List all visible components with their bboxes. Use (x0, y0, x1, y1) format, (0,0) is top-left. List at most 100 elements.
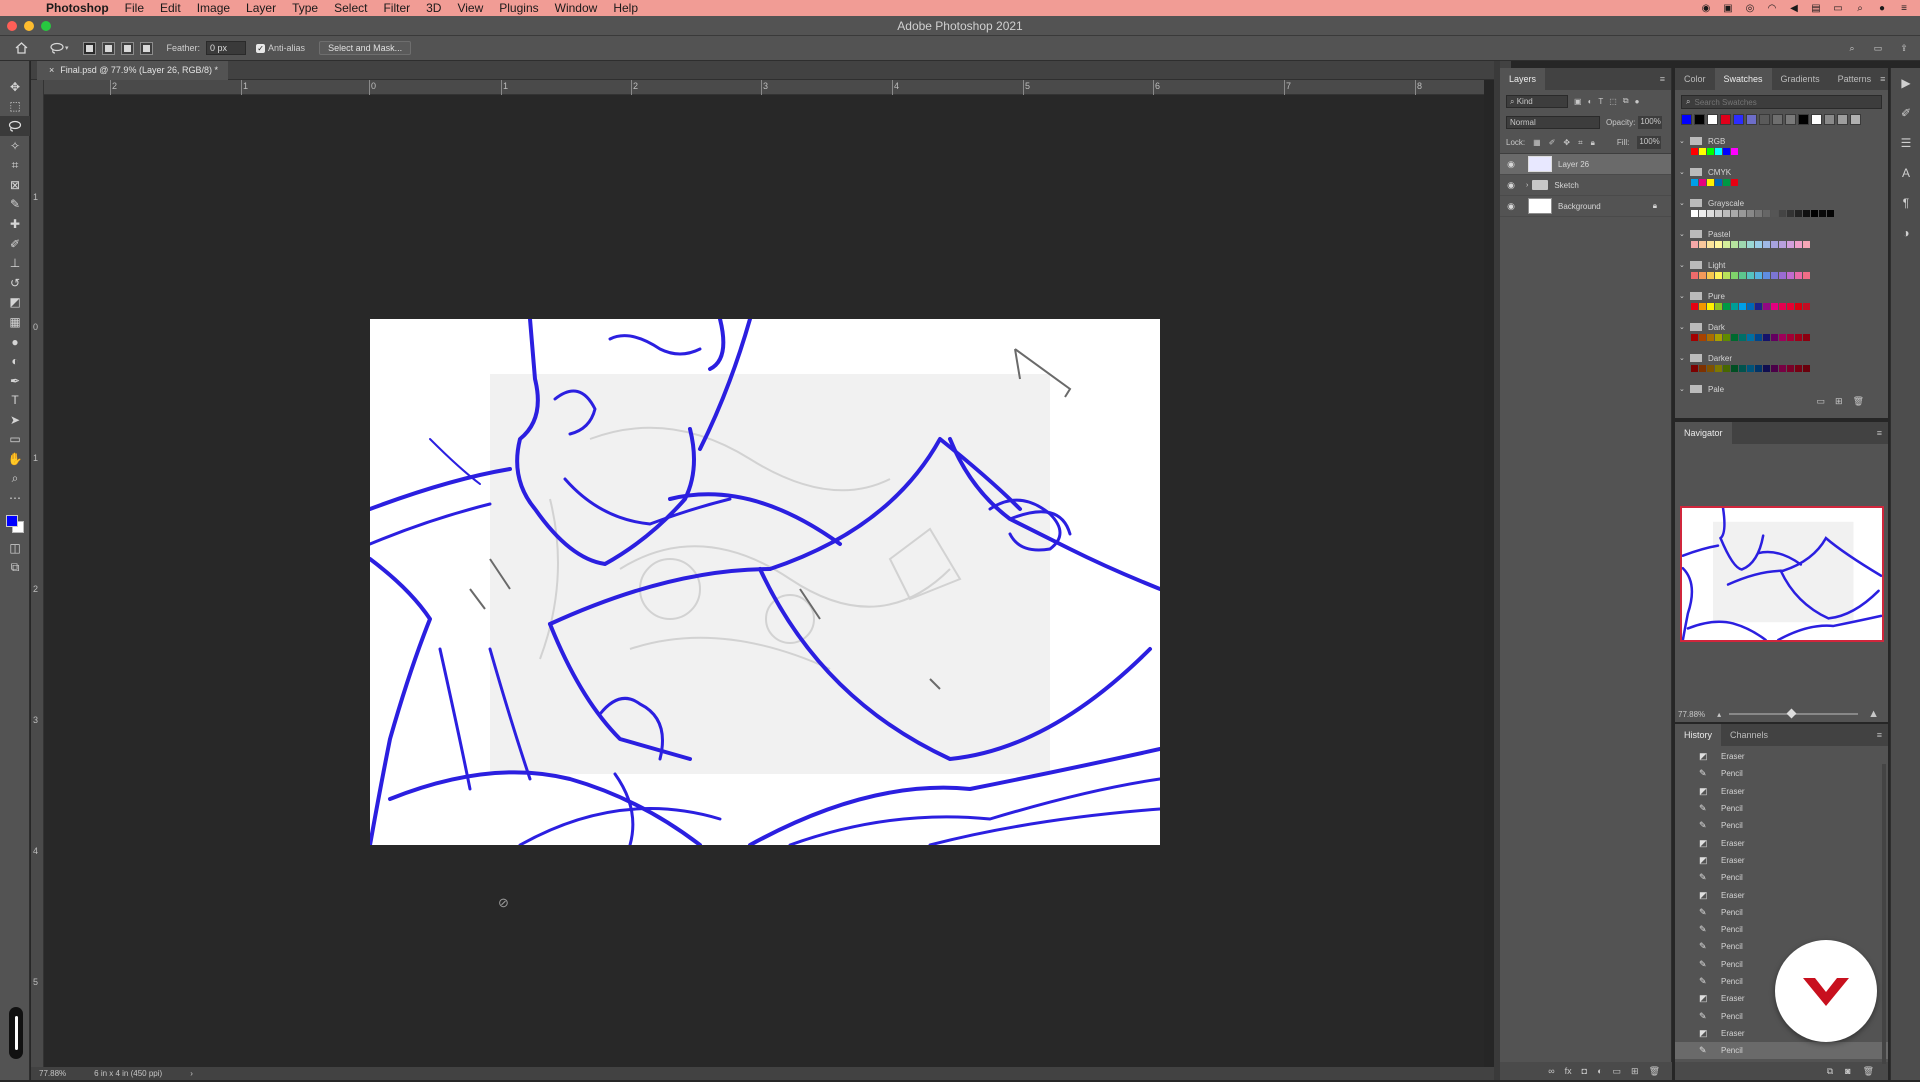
delete-layer-icon[interactable]: 🗑︎ (1649, 1066, 1660, 1077)
color-swatch[interactable] (1731, 303, 1738, 310)
play-actions-icon[interactable]: ▶ (1891, 68, 1920, 98)
color-swatch[interactable] (1803, 272, 1810, 279)
chevron-down-icon[interactable]: ⌄ (1679, 230, 1687, 238)
color-swatch[interactable] (1803, 303, 1810, 310)
color-swatch[interactable] (1691, 272, 1698, 279)
history-state[interactable]: ◩ Eraser (1675, 748, 1888, 765)
chevron-down-icon[interactable]: ⌄ (1679, 199, 1687, 207)
foreground-color-swatch[interactable] (6, 515, 18, 528)
screen-icon[interactable]: ▣ (1722, 2, 1734, 14)
color-swatch[interactable] (1699, 272, 1706, 279)
color-swatch[interactable] (1715, 148, 1722, 155)
recent-color-swatch[interactable] (1707, 114, 1718, 125)
color-swatch[interactable] (1707, 303, 1714, 310)
color-swatch[interactable] (1779, 365, 1786, 372)
magic-wand-tool-icon[interactable]: ✧ (0, 136, 30, 156)
layer-row[interactable]: ◉ Background 🔒︎ (1500, 196, 1671, 217)
blur-tool-icon[interactable]: ● (0, 332, 30, 352)
menu-view[interactable]: View (449, 0, 491, 16)
layers-panel-menu-icon[interactable]: ≡ (1660, 68, 1665, 90)
move-tool-icon[interactable]: ✥ (0, 77, 30, 97)
properties-icon[interactable]: ☰ (1891, 128, 1920, 158)
artwork-canvas[interactable] (370, 319, 1160, 845)
type-tool-icon[interactable]: T (0, 391, 30, 411)
color-swatch[interactable] (1787, 365, 1794, 372)
color-swatch[interactable] (1691, 148, 1698, 155)
chevron-right-icon[interactable]: › (1526, 182, 1528, 189)
color-swatch[interactable] (1755, 334, 1762, 341)
color-swatch[interactable] (1723, 303, 1730, 310)
color-swatch[interactable] (1803, 210, 1810, 217)
color-swatch[interactable] (1707, 241, 1714, 248)
new-layer-icon[interactable]: ⊞ (1631, 1066, 1639, 1077)
color-swatch[interactable] (1739, 334, 1746, 341)
visibility-eye-icon[interactable]: ◉ (1504, 180, 1518, 191)
color-swatch[interactable] (1779, 210, 1786, 217)
fx-icon[interactable]: fx (1565, 1066, 1572, 1076)
color-swatch[interactable] (1787, 241, 1794, 248)
color-swatch[interactable] (1787, 272, 1794, 279)
color-swatch[interactable] (1731, 365, 1738, 372)
color-swatch[interactable] (1771, 334, 1778, 341)
color-swatch[interactable] (1691, 365, 1698, 372)
filter-type-icon[interactable]: T (1598, 97, 1603, 106)
color-swatch[interactable] (1771, 303, 1778, 310)
creative-cloud-icon[interactable]: ◎ (1744, 2, 1756, 14)
pen-tool-icon[interactable]: ✒ (0, 371, 30, 391)
color-swatch[interactable] (1779, 241, 1786, 248)
eraser-tool-icon[interactable]: ◩ (0, 293, 30, 313)
color-swatch[interactable] (1763, 272, 1770, 279)
blend-mode-select[interactable]: Normal (1506, 115, 1600, 129)
color-swatch[interactable] (1715, 179, 1722, 186)
color-swatch[interactable] (1739, 365, 1746, 372)
color-swatch[interactable] (1827, 210, 1834, 217)
color-swatch[interactable] (1755, 272, 1762, 279)
zoom-in-icon[interactable]: ▲ (1868, 708, 1879, 720)
apple-menu-icon[interactable] (14, 1, 28, 15)
layer-mask-icon[interactable]: ◘ (1582, 1066, 1587, 1076)
zoom-slider[interactable] (1729, 708, 1859, 719)
input-source-icon[interactable]: ▤ (1810, 2, 1822, 14)
search-swatches-input[interactable] (1694, 97, 1845, 107)
new-swatch-icon[interactable]: ⊞ (1835, 396, 1843, 407)
close-tab-icon[interactable]: × (49, 61, 54, 80)
color-swatch[interactable] (1747, 334, 1754, 341)
antialias-checkbox[interactable]: ✓ Anti-alias (256, 43, 305, 53)
swatch-group[interactable]: ⌄ Grayscale (1675, 196, 1888, 210)
menu-select[interactable]: Select (326, 0, 375, 16)
menu-3d[interactable]: 3D (418, 0, 449, 16)
recent-color-swatch[interactable] (1850, 114, 1861, 125)
feather-input[interactable]: 0 px (206, 41, 247, 55)
search-swatches-field[interactable]: ⌕ (1681, 95, 1882, 109)
color-swatch[interactable] (1763, 365, 1770, 372)
chevron-down-icon[interactable]: ⌄ (1679, 292, 1687, 300)
recent-color-swatch[interactable] (1824, 114, 1835, 125)
snapshot-icon[interactable]: ◙ (1845, 1066, 1850, 1076)
color-swatch[interactable] (1723, 365, 1730, 372)
color-swatch[interactable] (1747, 241, 1754, 248)
recent-color-swatch[interactable] (1798, 114, 1809, 125)
color-swatch[interactable] (1707, 148, 1714, 155)
recent-color-swatch[interactable] (1837, 114, 1848, 125)
color-swatch[interactable] (1707, 334, 1714, 341)
color-swatch[interactable] (1691, 179, 1698, 186)
chevron-down-icon[interactable]: ⌄ (1679, 354, 1687, 362)
crop-tool-icon[interactable]: ⌗ (0, 155, 30, 175)
more-tools-icon[interactable]: ⋯ (0, 488, 30, 508)
color-swatch[interactable] (1739, 303, 1746, 310)
lock-position-icon[interactable]: ✥ (1563, 138, 1570, 147)
color-swatch[interactable] (1723, 241, 1730, 248)
color-swatch[interactable] (1779, 303, 1786, 310)
recent-color-swatch[interactable] (1772, 114, 1783, 125)
lock-image-icon[interactable]: ✐ (1549, 138, 1556, 147)
delete-swatch-icon[interactable]: 🗑︎ (1853, 396, 1864, 407)
color-swatch[interactable] (1715, 334, 1722, 341)
menu-edit[interactable]: Edit (152, 0, 189, 16)
volume-icon[interactable]: ◀ (1788, 2, 1800, 14)
navigator-zoom-value[interactable]: 77.88% (1678, 710, 1705, 719)
filter-smart-object-icon[interactable]: ⧉ (1623, 96, 1629, 106)
adjustments-icon[interactable]: ◑ (1891, 218, 1920, 248)
share-icon[interactable]: ⇪ (1896, 40, 1912, 56)
history-scrollbar[interactable] (1882, 764, 1886, 1064)
rectangle-tool-icon[interactable]: ▭ (0, 430, 30, 450)
